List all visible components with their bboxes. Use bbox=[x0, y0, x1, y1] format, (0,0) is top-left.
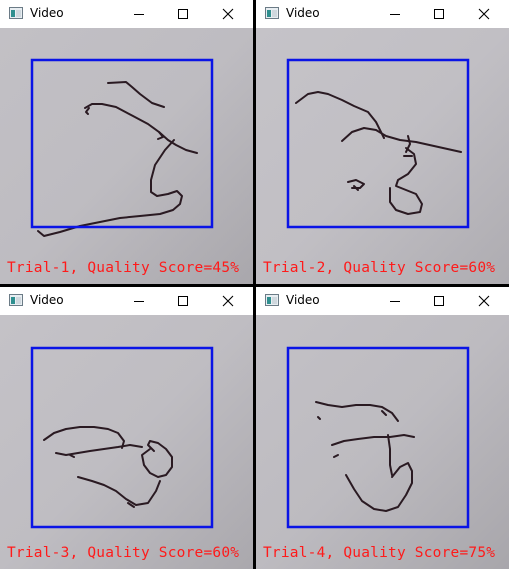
close-icon bbox=[222, 295, 234, 307]
minimize-icon bbox=[390, 301, 400, 302]
video-window-3: Video Trial-3, Quality Score=60% bbox=[0, 287, 253, 569]
video-window-2: Video Trial-2, Quality Score=60% bbox=[256, 0, 509, 284]
video-window-icon bbox=[9, 7, 23, 19]
close-icon bbox=[478, 295, 490, 307]
video-frame: Trial-1, Quality Score=45% bbox=[0, 28, 253, 284]
video-window-icon bbox=[265, 7, 279, 19]
minimize-button[interactable] bbox=[119, 287, 159, 315]
camera-frame bbox=[0, 315, 253, 569]
title-bar[interactable]: Video bbox=[0, 0, 253, 28]
window-title: Video bbox=[286, 293, 320, 307]
camera-frame bbox=[0, 28, 253, 284]
video-frame: Trial-3, Quality Score=60% bbox=[0, 315, 253, 569]
window-title: Video bbox=[286, 6, 320, 20]
video-window-4: Video Trial-4, Quality Score=75% bbox=[256, 287, 509, 569]
title-bar[interactable]: Video bbox=[0, 287, 253, 315]
maximize-button[interactable] bbox=[419, 287, 459, 315]
minimize-icon bbox=[390, 14, 400, 15]
minimize-button[interactable] bbox=[119, 0, 159, 28]
close-button[interactable] bbox=[208, 287, 248, 315]
maximize-icon bbox=[178, 9, 188, 19]
title-bar[interactable]: Video bbox=[256, 287, 509, 315]
quality-score-label: Trial-3, Quality Score=60% bbox=[7, 545, 240, 561]
minimize-icon bbox=[134, 301, 144, 302]
quality-score-label: Trial-4, Quality Score=75% bbox=[263, 545, 496, 561]
quality-score-label: Trial-2, Quality Score=60% bbox=[263, 260, 496, 276]
camera-frame bbox=[256, 315, 509, 569]
paper-background bbox=[0, 28, 253, 284]
paper-background bbox=[0, 315, 253, 569]
video-frame: Trial-2, Quality Score=60% bbox=[256, 28, 509, 284]
close-button[interactable] bbox=[464, 0, 504, 28]
window-title: Video bbox=[30, 293, 64, 307]
video-window-1: Video Trial-1, Quality Score=45% bbox=[0, 0, 253, 284]
maximize-icon bbox=[434, 9, 444, 19]
minimize-icon bbox=[134, 14, 144, 15]
close-icon bbox=[222, 8, 234, 20]
minimize-button[interactable] bbox=[375, 0, 415, 28]
paper-background bbox=[256, 28, 509, 284]
video-window-icon bbox=[9, 294, 23, 306]
camera-frame bbox=[256, 28, 509, 284]
title-bar[interactable]: Video bbox=[256, 0, 509, 28]
maximize-button[interactable] bbox=[419, 0, 459, 28]
maximize-icon bbox=[178, 296, 188, 306]
maximize-icon bbox=[434, 296, 444, 306]
maximize-button[interactable] bbox=[163, 0, 203, 28]
close-button[interactable] bbox=[464, 287, 504, 315]
quality-score-label: Trial-1, Quality Score=45% bbox=[7, 260, 240, 276]
window-title: Video bbox=[30, 6, 64, 20]
close-icon bbox=[478, 8, 490, 20]
video-frame: Trial-4, Quality Score=75% bbox=[256, 315, 509, 569]
minimize-button[interactable] bbox=[375, 287, 415, 315]
video-window-icon bbox=[265, 294, 279, 306]
close-button[interactable] bbox=[208, 0, 248, 28]
paper-background bbox=[256, 315, 509, 569]
maximize-button[interactable] bbox=[163, 287, 203, 315]
